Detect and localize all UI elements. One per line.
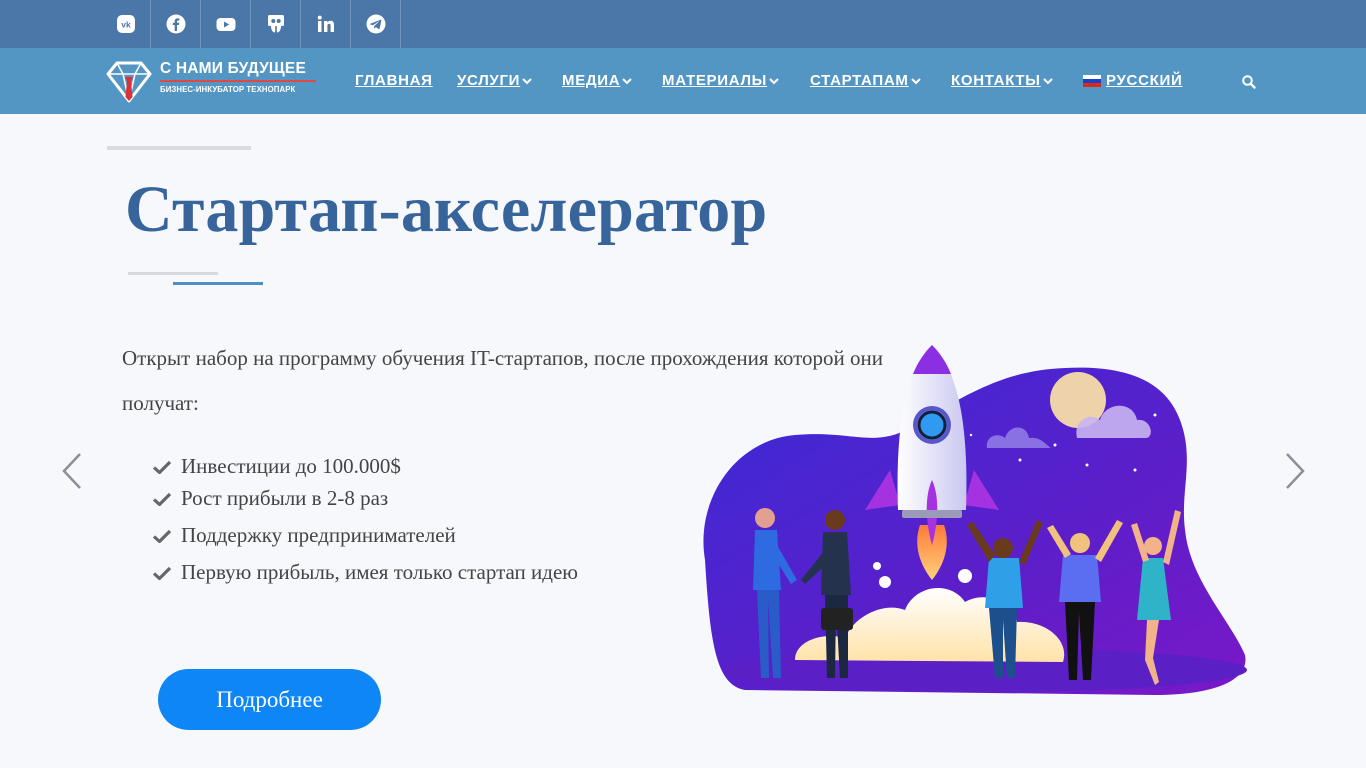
nav-startups-label: СТАРТАПАМ bbox=[810, 72, 909, 89]
social-bar: vk bbox=[0, 0, 1366, 48]
nav-language-label: РУССКИЙ bbox=[1106, 72, 1183, 89]
nav-materials[interactable]: МАТЕРИАЛЫ bbox=[662, 72, 780, 89]
russian-flag-icon bbox=[1083, 74, 1101, 87]
main-navbar: С НАМИ БУДУЩЕЕ БИЗНЕС-ИНКУБАТОР ТЕХНОПАР… bbox=[0, 48, 1366, 114]
nav-materials-label: МАТЕРИАЛЫ bbox=[662, 72, 768, 89]
youtube-icon[interactable] bbox=[201, 0, 251, 48]
slider-next-button[interactable] bbox=[1283, 452, 1307, 490]
nav-services-label: УСЛУГИ bbox=[457, 72, 521, 89]
social-links: vk bbox=[101, 0, 401, 48]
feature-text: Поддержку предпринимателей bbox=[181, 523, 456, 547]
slider-prev-button[interactable] bbox=[60, 452, 84, 490]
chevron-down-icon bbox=[769, 77, 779, 84]
site-logo[interactable]: С НАМИ БУДУЩЕЕ БИЗНЕС-ИНКУБАТОР ТЕХНОПАР… bbox=[106, 59, 321, 103]
feature-item: Рост прибыли в 2-8 раз bbox=[152, 486, 388, 511]
title-underline-blue bbox=[173, 282, 263, 285]
chevron-down-icon bbox=[1042, 77, 1053, 84]
chevron-down-icon bbox=[522, 77, 532, 84]
telegram-icon[interactable] bbox=[351, 0, 401, 48]
chevron-down-icon bbox=[910, 77, 921, 84]
check-icon bbox=[152, 566, 172, 580]
logo-divider bbox=[160, 80, 316, 82]
page-title: Стартап-акселератор bbox=[125, 173, 768, 246]
nav-media-label: МЕДИА bbox=[562, 72, 621, 89]
decor-bar bbox=[107, 146, 251, 150]
slideshare-icon[interactable] bbox=[251, 0, 301, 48]
chevron-right-icon bbox=[1286, 453, 1305, 489]
diamond-logo-icon bbox=[106, 61, 152, 103]
nav-contacts[interactable]: КОНТАКТЫ bbox=[951, 72, 1054, 89]
nav-media[interactable]: МЕДИА bbox=[562, 72, 633, 89]
facebook-icon[interactable] bbox=[151, 0, 201, 48]
chevron-down-icon bbox=[622, 77, 633, 84]
nav-language[interactable]: РУССКИЙ bbox=[1083, 72, 1182, 89]
feature-text: Первую прибыль, имея только стартап идею bbox=[181, 560, 578, 584]
check-icon bbox=[152, 460, 172, 474]
feature-text: Инвестиции до 100.000$ bbox=[181, 454, 401, 478]
nav-home[interactable]: ГЛАВНАЯ bbox=[355, 72, 433, 89]
logo-subtitle: БИЗНЕС-ИНКУБАТОР ТЕХНОПАРК bbox=[160, 85, 296, 94]
feature-item: Первую прибыль, имея только стартап идею bbox=[152, 560, 578, 585]
nav-home-label: ГЛАВНАЯ bbox=[355, 72, 433, 89]
svg-text:vk: vk bbox=[121, 20, 131, 30]
nav-startups[interactable]: СТАРТАПАМ bbox=[810, 72, 922, 89]
logo-title: С НАМИ БУДУЩЕЕ bbox=[160, 60, 307, 77]
feature-item: Инвестиции до 100.000$ bbox=[152, 454, 401, 479]
nav-contacts-label: КОНТАКТЫ bbox=[951, 72, 1041, 89]
nav-services[interactable]: УСЛУГИ bbox=[457, 72, 533, 89]
search-icon[interactable] bbox=[1241, 74, 1257, 90]
chevron-left-icon bbox=[62, 453, 81, 489]
title-underline-grey bbox=[128, 272, 218, 275]
linkedin-icon[interactable] bbox=[301, 0, 351, 48]
startup-launch-illustration bbox=[703, 345, 1247, 695]
feature-text: Рост прибыли в 2-8 раз bbox=[181, 486, 389, 510]
feature-item: Поддержку предпринимателей bbox=[152, 523, 456, 548]
vk-icon[interactable]: vk bbox=[101, 0, 151, 48]
details-button[interactable]: Подробнее bbox=[158, 669, 381, 730]
check-icon bbox=[152, 492, 172, 506]
check-icon bbox=[152, 529, 172, 543]
